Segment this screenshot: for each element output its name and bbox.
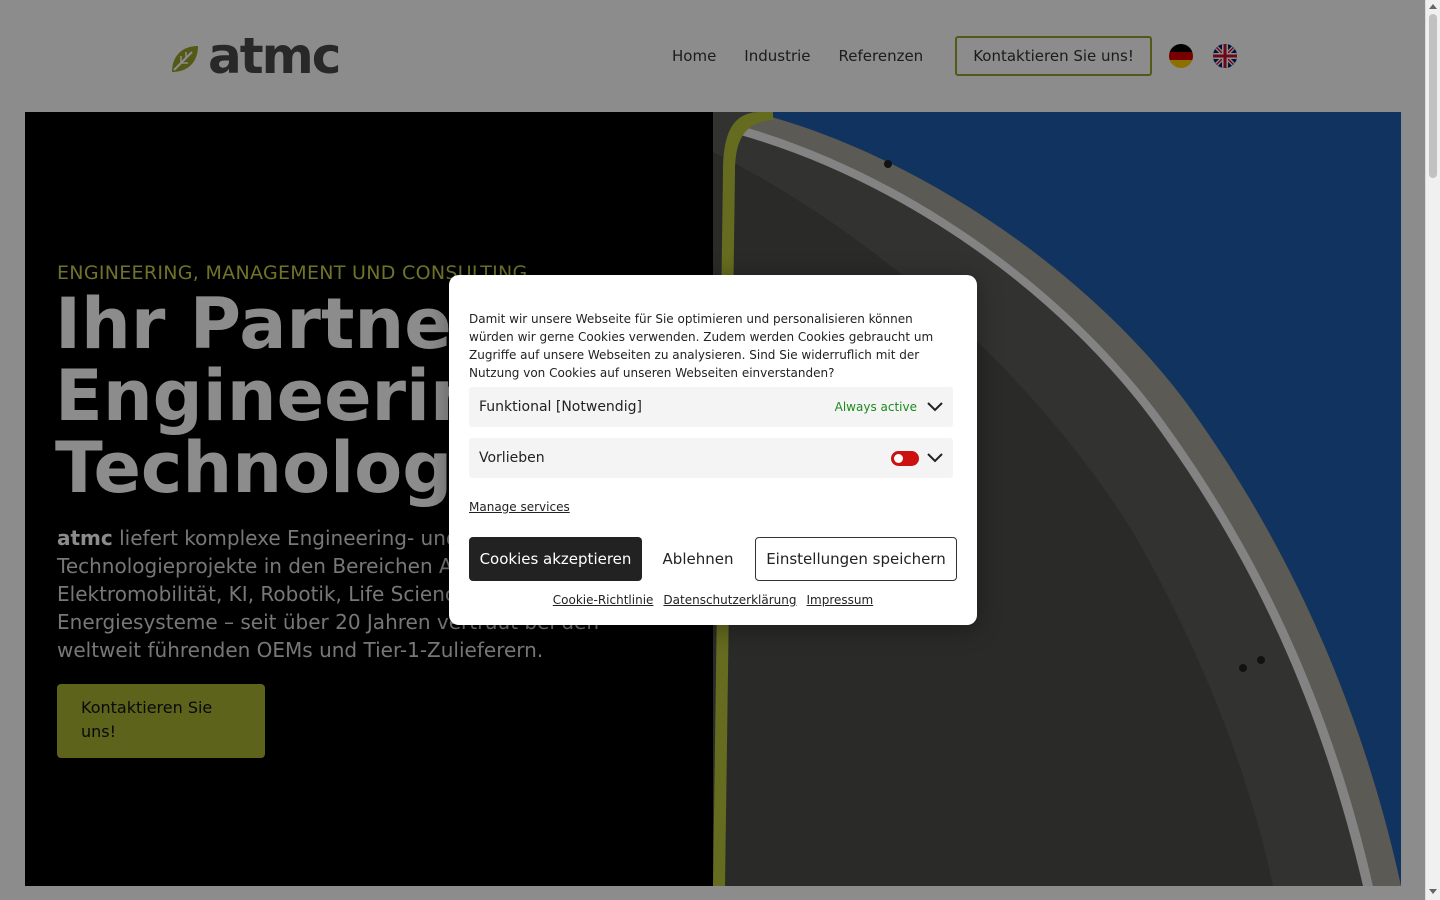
privacy-policy-link[interactable]: Datenschutzerklärung: [663, 593, 796, 607]
accordion-functional-title: Funktional [Notwendig]: [479, 399, 642, 415]
scroll-thumb[interactable]: [1429, 14, 1437, 178]
cookie-consent-dialog: Damit wir unsere Webseite für Sie optimi…: [449, 275, 977, 625]
policy-links: Cookie-Richtlinie Datenschutzerklärung I…: [449, 593, 977, 607]
manage-services-link[interactable]: Manage services: [469, 500, 570, 514]
save-settings-button[interactable]: Einstellungen speichern: [755, 537, 957, 581]
chevron-down-icon[interactable]: [927, 402, 943, 412]
chevron-down-icon[interactable]: [927, 453, 943, 463]
deny-button[interactable]: Ablehnen: [653, 537, 743, 581]
scrollbar[interactable]: [1425, 0, 1440, 900]
scroll-up-icon[interactable]: [1429, 4, 1437, 9]
cookie-text: Damit wir unsere Webseite für Sie optimi…: [469, 312, 934, 380]
imprint-link[interactable]: Impressum: [807, 593, 874, 607]
always-active-label: Always active: [834, 400, 917, 414]
toggle-knob: [894, 453, 903, 463]
cookie-policy-link[interactable]: Cookie-Richtlinie: [553, 593, 654, 607]
accordion-functional[interactable]: Funktional [Notwendig] Always active: [469, 387, 953, 427]
scroll-down-icon[interactable]: [1429, 889, 1437, 894]
accept-cookies-button[interactable]: Cookies akzeptieren: [469, 537, 642, 581]
preferences-toggle[interactable]: [891, 450, 919, 466]
accordion-preferences[interactable]: Vorlieben: [469, 438, 953, 478]
accordion-preferences-title: Vorlieben: [479, 450, 545, 466]
